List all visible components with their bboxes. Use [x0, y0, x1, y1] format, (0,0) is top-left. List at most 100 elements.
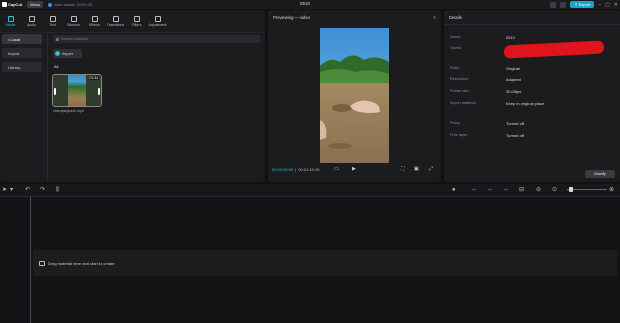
menu-icon[interactable]: ≡ [433, 15, 436, 21]
effects-icon [91, 15, 98, 22]
chevron-down-icon[interactable]: ▾ [10, 187, 13, 193]
play-icon[interactable]: ▶ [352, 166, 356, 172]
maximize-icon[interactable]: ▢ [605, 2, 610, 8]
tab-label: Adjustment [148, 22, 167, 27]
time-separator: | [295, 167, 297, 172]
detail-value-name: 0510 [506, 35, 515, 40]
detail-label-import: Import material: [450, 101, 477, 105]
all-section-label: All [54, 64, 59, 69]
detail-value-import: Keep in original place [506, 101, 545, 106]
sidenav-item-library[interactable]: Library [2, 62, 42, 72]
cursor-select-icon[interactable]: ➤ [2, 187, 7, 193]
tab-adjustment[interactable]: Adjustment [147, 10, 168, 32]
export-icon: ⇪ [574, 2, 578, 7]
transitions-icon [112, 15, 119, 22]
detail-value-freelayer: Turned off [506, 133, 525, 138]
timeline-drop-zone[interactable]: Drag material here and start to create [33, 250, 617, 276]
minimize-icon[interactable]: – [598, 2, 601, 8]
detail-label-resolution: Resolution: [450, 77, 469, 81]
video-frame-image [320, 28, 389, 163]
autosave-status: Auto saved: 20:00:25 [48, 2, 92, 7]
filters-icon [133, 15, 140, 22]
app-name: CapCut [8, 2, 23, 7]
tab-label: Media [5, 22, 16, 27]
tab-stickers[interactable]: Stickers [63, 10, 84, 32]
import-label: Import [62, 51, 73, 56]
project-title: 0510 [300, 1, 311, 6]
player-panel: Previewing — video ≡ 00:00:00:00 | 00:01… [268, 10, 441, 182]
import-button[interactable]: + Import [53, 49, 82, 58]
undo-icon[interactable]: ↶ [25, 187, 30, 193]
zoom-fit-icon[interactable]: ⊙ [552, 187, 557, 193]
current-time: 00:00:00:00 [272, 167, 294, 172]
tab-label: Stickers [67, 22, 80, 27]
detail-value-framerate: 30.00fps [506, 89, 522, 94]
detail-label-framerate: Frame rate: [450, 89, 470, 93]
menu-button[interactable]: Menu [27, 1, 44, 8]
media-sidenav: • Local Import Library [2, 34, 42, 76]
search-input[interactable]: Search material [53, 35, 260, 43]
detail-label-name: Name: [450, 35, 462, 39]
clip-handle-left[interactable] [54, 88, 56, 95]
text-icon [49, 15, 56, 22]
stickers-icon [70, 15, 77, 22]
tab-text[interactable]: Text [42, 10, 63, 32]
frame-icon[interactable]: ▭ [334, 166, 339, 172]
tab-transitions[interactable]: Transitions [105, 10, 126, 32]
timecode: 00:00:00:00 | 00:01:34:15 [272, 167, 319, 172]
close-icon[interactable]: ✕ [614, 2, 618, 8]
detail-label-freelayer: Free layer: [450, 133, 469, 137]
autosave-icon [48, 2, 53, 7]
fullscreen-icon[interactable]: ⤢ [429, 166, 433, 172]
tabs-divider [0, 32, 265, 33]
auto-snap-icon[interactable]: ⇔ [487, 187, 493, 193]
details-divider [444, 24, 620, 25]
preview-axis-icon[interactable]: ⊟ [519, 187, 524, 193]
export-label: Export [578, 2, 591, 7]
zoom-slider-handle[interactable] [569, 187, 573, 192]
timeline-toolbar [0, 184, 620, 196]
redaction-mark [503, 40, 605, 59]
detail-value-proxy: Turned off [506, 121, 525, 126]
sidenav-item-local[interactable]: • Local [2, 34, 42, 44]
ratio-icon[interactable]: ▣ [414, 166, 419, 172]
clip-handle-right[interactable] [98, 88, 100, 95]
tab-media[interactable]: Media [0, 10, 21, 32]
layout-icon[interactable] [550, 1, 557, 8]
modify-button[interactable]: Modify [585, 170, 615, 178]
zoom-out-icon[interactable]: ⊖ [536, 187, 541, 193]
split-icon[interactable]: ⫼ [56, 187, 59, 193]
media-clip[interactable]: 01:34 [52, 74, 102, 107]
tab-label: Audio [26, 22, 37, 27]
clip-duration: 01:34 [88, 76, 99, 80]
main-track-magnet-icon[interactable]: ⇔ [471, 187, 477, 193]
zoom-in-icon[interactable]: ⊕ [609, 187, 614, 193]
fit-icon[interactable]: ⛶ [401, 166, 405, 172]
shortcuts-icon[interactable] [560, 1, 567, 8]
tab-label: Text [49, 22, 56, 27]
detail-value-resolution: Adapted [506, 77, 521, 82]
tab-label: Filters [131, 22, 142, 27]
clip-thumbnail [68, 75, 88, 106]
tab-audio[interactable]: Audio [21, 10, 42, 32]
title-actions: ⇪ Export – ▢ ✕ [550, 0, 618, 9]
tab-label: Transitions [106, 22, 125, 27]
details-panel: Details Name: 0510 Saved: Ratio: Origina… [444, 10, 620, 182]
zoom-slider-track[interactable] [567, 189, 607, 190]
details-title: Details [449, 15, 462, 20]
tab-filters[interactable]: Filters [126, 10, 147, 32]
adjustment-icon [154, 15, 161, 22]
plus-icon: + [55, 51, 60, 56]
media-file-icon [39, 260, 45, 266]
playhead[interactable] [30, 197, 31, 323]
microphone-icon[interactable]: ● [452, 187, 456, 193]
detail-label-ratio: Ratio: [450, 66, 460, 70]
redo-icon[interactable]: ↷ [40, 187, 45, 193]
video-preview[interactable] [320, 28, 389, 163]
export-button[interactable]: ⇪ Export [570, 1, 595, 8]
media-icon [7, 15, 14, 22]
linkage-icon[interactable]: ⇔ [503, 187, 509, 193]
detail-label-proxy: Proxy: [450, 121, 461, 125]
sidenav-item-import[interactable]: Import [2, 48, 42, 58]
tab-effects[interactable]: Effects [84, 10, 105, 32]
